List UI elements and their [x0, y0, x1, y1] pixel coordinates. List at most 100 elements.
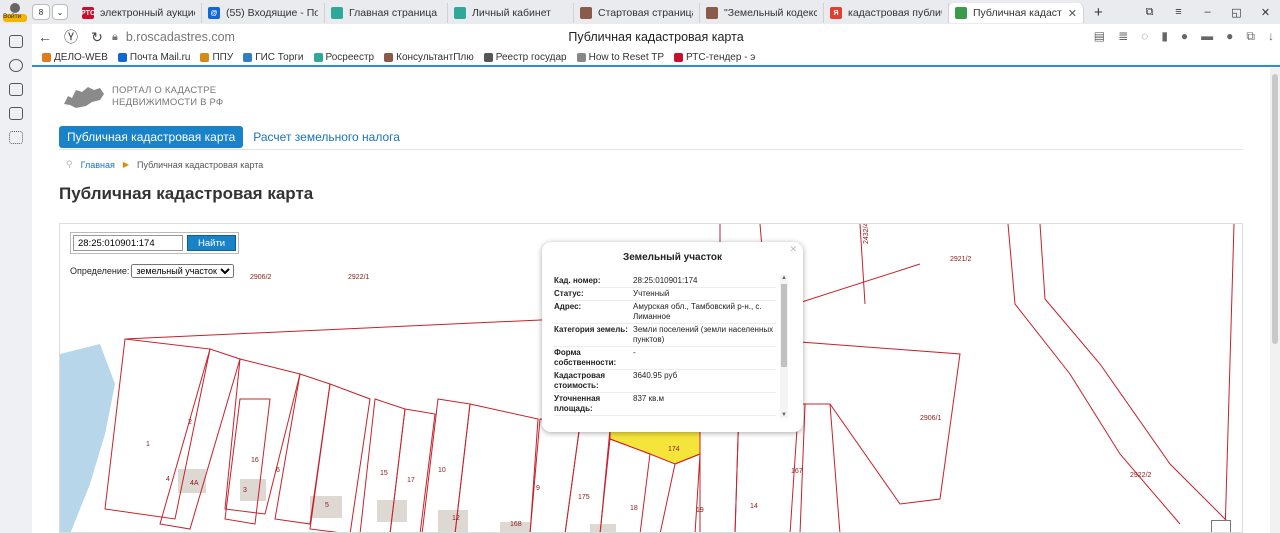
tab-title: кадастровая публич: [848, 7, 942, 19]
popup-row: Адрес: Амурская обл., Тамбовский р-н., с.…: [554, 301, 776, 324]
popup-row: Кадастровая стоимость: 3640.95 руб: [554, 370, 776, 393]
definition-select[interactable]: земельный участок: [131, 264, 235, 278]
apps-grid-icon[interactable]: [9, 131, 23, 144]
parcel[interactable]: [224, 398, 271, 525]
parcel[interactable]: [799, 403, 841, 533]
site-logo[interactable]: ПОРТАЛ О КАДАСТРЕ НЕДВИЖИМОСТИ В РФ: [62, 84, 223, 110]
browser-tab[interactable]: Главная страница: [325, 3, 448, 23]
tab-title: Личный кабинет: [472, 7, 551, 19]
nav-item-public-map[interactable]: Публичная кадастровая карта: [59, 126, 244, 148]
tab-favicon-icon: [955, 7, 967, 19]
popup-row-key: Статус:: [554, 289, 584, 298]
popup-title: Земельный участок: [622, 252, 723, 263]
parcel-label: 175: [578, 494, 590, 501]
window-control-button[interactable]: –: [1193, 6, 1222, 19]
browser-tab[interactable]: Стартовая страница: [574, 3, 700, 23]
bookmark-item[interactable]: ГИС Торги: [243, 52, 304, 63]
cadastral-search: Найти: [70, 232, 240, 254]
bookmark-item[interactable]: ППУ: [200, 52, 233, 63]
bookmark-label: ГИС Торги: [255, 52, 304, 63]
parcel-label: 15: [380, 470, 388, 477]
url-field[interactable]: b.roscadastres.com: [126, 30, 235, 44]
fullscreen-button[interactable]: [1211, 520, 1231, 532]
cadastral-map[interactable]: 2906/2 2922/1 2432/4 2921/2 1 2 4 4А 3 16 6 5 15 17 10…: [59, 223, 1243, 533]
page-scrollbar-thumb[interactable]: [1272, 74, 1278, 344]
yandex-icon[interactable]: Ⓨ: [58, 27, 84, 47]
back-arrow-icon[interactable]: ←: [32, 29, 58, 45]
extension-icon[interactable]: ●: [1181, 29, 1188, 44]
parcel[interactable]: [799, 341, 961, 505]
parcel[interactable]: [564, 423, 611, 533]
scroll-up-icon[interactable]: ▲: [781, 275, 787, 281]
page-scrollbar[interactable]: [1270, 68, 1280, 533]
reload-icon[interactable]: ↻: [84, 29, 110, 46]
scrollbar-thumb[interactable]: [781, 284, 787, 367]
bookmark-item[interactable]: ДЕЛО-WEB: [42, 52, 108, 63]
extension3-icon[interactable]: ●: [1226, 29, 1233, 44]
parcel-boundary: [1039, 224, 1231, 525]
reader-icon[interactable]: ▤: [1094, 29, 1105, 44]
window-control-button[interactable]: ◱: [1222, 6, 1251, 19]
translate-icon[interactable]: ≣: [1118, 29, 1128, 44]
bookmarks-bar: ДЕЛО-WEB Почта Mail.ru ППУ ГИС Торги Росреес…: [32, 50, 1280, 67]
window-control-button[interactable]: ≡: [1164, 6, 1193, 19]
bookmark-favicon-icon: [576, 53, 586, 62]
browser-tab[interactable]: Якадастровая публич: [824, 3, 949, 23]
breadcrumb-home[interactable]: Главная: [81, 160, 115, 170]
profile-button[interactable]: Войти: [2, 1, 28, 23]
play-icon[interactable]: [9, 59, 23, 72]
popup-table: Кад. номер: 28:25:010901:174 Статус: Учтенн…: [554, 275, 776, 416]
browser-tab[interactable]: "Земельный кодекс Р: [700, 3, 824, 23]
bookmark-item[interactable]: РТС-тендер - э: [674, 52, 755, 63]
nav-item-land-tax[interactable]: Расчет земельного налога: [253, 130, 400, 144]
window-control-button[interactable]: ⧉: [1135, 6, 1164, 19]
tab-title: электронный аукцис: [100, 7, 195, 19]
popup-row-key: Форма собственности:: [554, 348, 617, 367]
bookmark-icon[interactable]: ▮: [1161, 29, 1168, 44]
scroll-down-icon[interactable]: ▼: [781, 412, 787, 418]
chevron-down-icon[interactable]: ⌄: [52, 4, 68, 20]
parcel-label: 16: [251, 457, 259, 464]
extension2-icon[interactable]: ▬: [1201, 29, 1213, 44]
tab-favicon-icon: [706, 7, 718, 19]
messenger-icon[interactable]: [9, 83, 23, 96]
tab-counter-group[interactable]: 8 ⌄: [32, 4, 68, 20]
browser-sidebar: [0, 24, 32, 533]
parcel-label: 2922/2: [1130, 472, 1152, 479]
window-control-button[interactable]: ✕: [1251, 6, 1280, 19]
bookmark-item[interactable]: КонсультантПлю: [384, 52, 474, 63]
bookmark-label: ДЕЛО-WEB: [54, 52, 108, 63]
bookmark-label: Росреестр: [325, 52, 375, 63]
parcel-label: 2921/2: [950, 256, 972, 263]
protect-icon[interactable]: ◌: [1141, 29, 1148, 44]
browser-tab[interactable]: Личный кабинет: [448, 3, 574, 23]
browser-tab[interactable]: @ (55) Входящие - Поч: [202, 3, 325, 23]
bookmark-item[interactable]: How to Reset TP: [576, 52, 664, 63]
cadastral-number-input[interactable]: [73, 235, 183, 251]
tab-counter[interactable]: 8: [32, 4, 50, 20]
parcel[interactable]: [659, 453, 701, 533]
new-tab-button[interactable]: +: [1094, 4, 1103, 21]
popup-row-value: 28:25:010901:174: [633, 276, 698, 285]
parcel[interactable]: [159, 348, 241, 530]
browser-tab[interactable]: Публичная кадаст ✕: [949, 3, 1084, 23]
camera-icon[interactable]: [9, 107, 23, 120]
tab-close-icon[interactable]: ✕: [1068, 7, 1077, 20]
search-button[interactable]: Найти: [187, 235, 237, 251]
collections-icon[interactable]: [9, 35, 23, 48]
extensions-icon[interactable]: ⧉: [1246, 29, 1255, 44]
popup-row-key: Адрес:: [554, 302, 582, 311]
bookmark-item[interactable]: Реестр государ: [483, 52, 567, 63]
bookmark-item[interactable]: Почта Mail.ru: [117, 52, 190, 63]
web-page: ПОРТАЛ О КАДАСТРЕ НЕДВИЖИМОСТИ В РФ Публ…: [32, 68, 1270, 533]
browser-tab[interactable]: PTC электронный аукцис: [76, 3, 202, 23]
popup-scrollbar[interactable]: ▲ ▼: [780, 275, 788, 418]
parcel-label: 2432/4: [863, 224, 870, 244]
parcel-label: 10: [438, 467, 446, 474]
russia-map-icon: [64, 87, 104, 108]
toolbar-icons: ▤ ≣ ◌ ▮ ● ▬ ● ⧉ ↓: [1094, 29, 1274, 44]
profile-label: Войти: [3, 13, 22, 20]
bookmark-item[interactable]: Росреестр: [313, 52, 375, 63]
lock-icon: 🔒︎: [112, 30, 118, 43]
download-icon[interactable]: ↓: [1268, 29, 1274, 44]
